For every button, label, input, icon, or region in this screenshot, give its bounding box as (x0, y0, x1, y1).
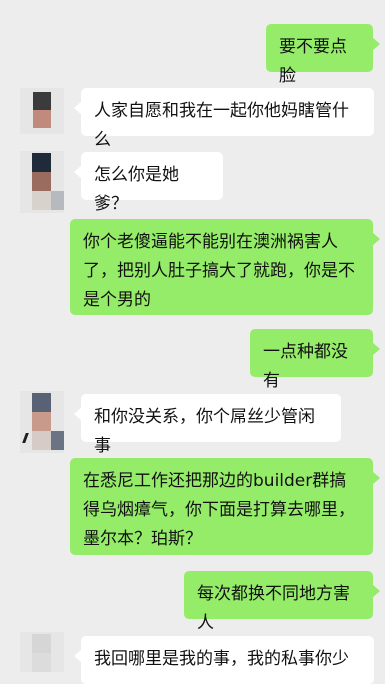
message-bubble[interactable]: 每次都换不同地方害人 (184, 571, 380, 633)
message-bubble[interactable]: 人家自愿和我在一起你他妈瞎管什么 (74, 88, 374, 150)
sender-avatar[interactable] (20, 391, 64, 453)
message-bubble[interactable]: 你个老傻逼能不能别在澳洲祸害人了，把别人肚子搞大了就跑，你是不是个男的 (70, 219, 380, 315)
sender-avatar[interactable] (20, 151, 64, 213)
message-bubble[interactable]: 要不要点脸 (266, 24, 380, 86)
message-bubble[interactable]: 怎么你是她爹？ (74, 152, 223, 214)
sender-avatar[interactable] (20, 88, 64, 134)
message-bubble[interactable]: 在悉尼工作还把那边的builder群搞得乌烟瘴气，你下面是打算去哪里，墨尔本？珀… (70, 458, 380, 555)
sender-avatar[interactable] (20, 632, 64, 672)
message-bubble[interactable]: 和你没关系，你个屌丝少管闲事 (74, 394, 341, 456)
message-bubble[interactable]: 我回哪里是我的事，我的私事你少 (74, 636, 374, 684)
chat-message-list[interactable]: 要不要点脸 人家自愿和我在一起你他妈瞎管什么 怎么你是她爹？ 你个老傻逼能不能别… (0, 0, 385, 684)
message-bubble[interactable]: 一点种都没有 (250, 329, 380, 391)
